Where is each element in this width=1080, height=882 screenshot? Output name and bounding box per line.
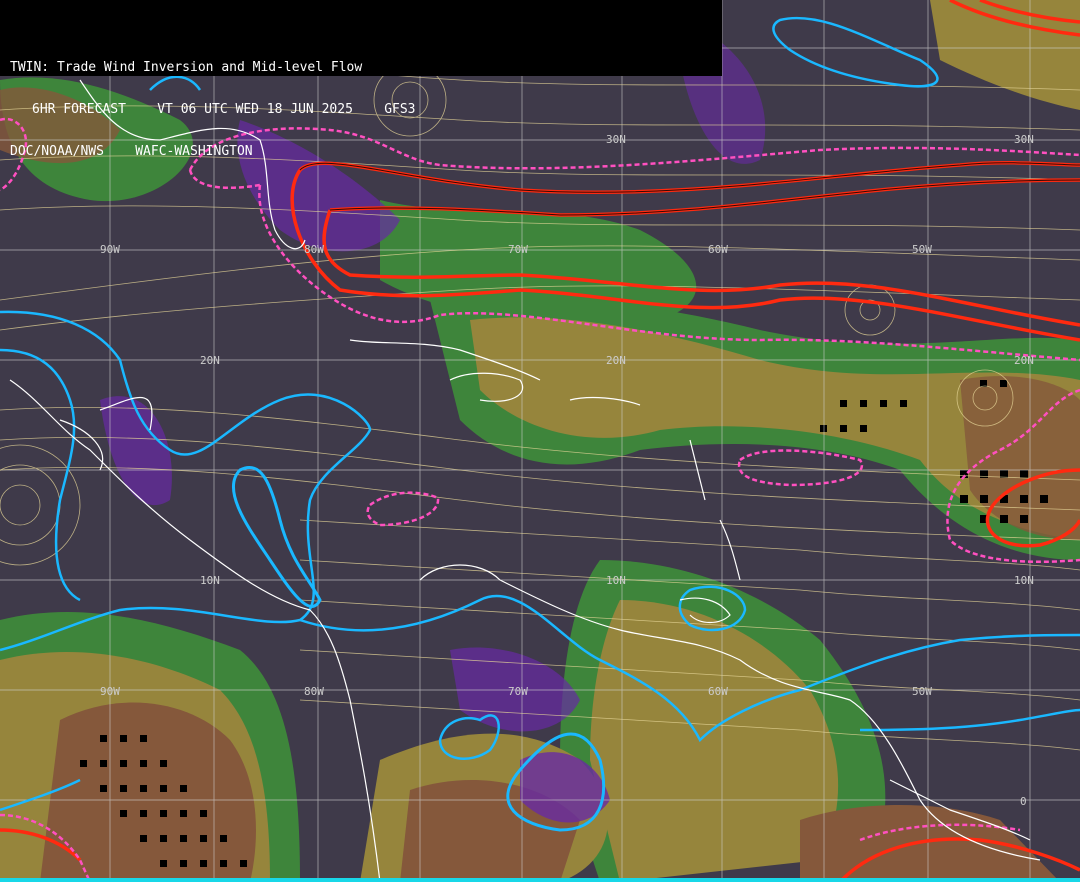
header-source: DOC/NOAA/NWS WAFC-WASHINGTON — [10, 144, 253, 159]
lon-label-80w: 80W — [304, 685, 324, 698]
header-title: TWIN: Trade Wind Inversion and Mid-level… — [10, 60, 363, 75]
lat-label-20n: 20N — [200, 354, 220, 367]
lat-label-30n: 30N — [1014, 133, 1034, 146]
lon-label-60w: 60W — [708, 685, 728, 698]
bottom-border — [0, 878, 1080, 882]
lon-label-60w: 60W — [708, 243, 728, 256]
lat-label-10n: 10N — [200, 574, 220, 587]
lon-label-90w: 90W — [100, 685, 120, 698]
lat-label-20n: 20N — [1014, 354, 1034, 367]
map-header: TWIN: Trade Wind Inversion and Mid-level… — [0, 0, 722, 159]
lat-label-20n: 20N — [606, 354, 626, 367]
lat-label-10n: 10N — [606, 574, 626, 587]
lon-label-80w: 80W — [304, 243, 324, 256]
weather-map: TWIN: Trade Wind Inversion and Mid-level… — [0, 0, 1080, 882]
lon-label-90w: 90W — [100, 243, 120, 256]
lon-label-70w: 70W — [508, 685, 528, 698]
lat-label-0: 0 — [1020, 795, 1027, 808]
lat-label-30n: 30N — [606, 133, 626, 146]
lon-label-50w: 50W — [912, 685, 932, 698]
lon-label-70w: 70W — [508, 243, 528, 256]
lat-label-10n: 10N — [1014, 574, 1034, 587]
lon-label-50w: 50W — [912, 243, 932, 256]
header-forecast: 6HR FORECAST VT 06 UTC WED 18 JUN 2025 G… — [32, 102, 416, 117]
